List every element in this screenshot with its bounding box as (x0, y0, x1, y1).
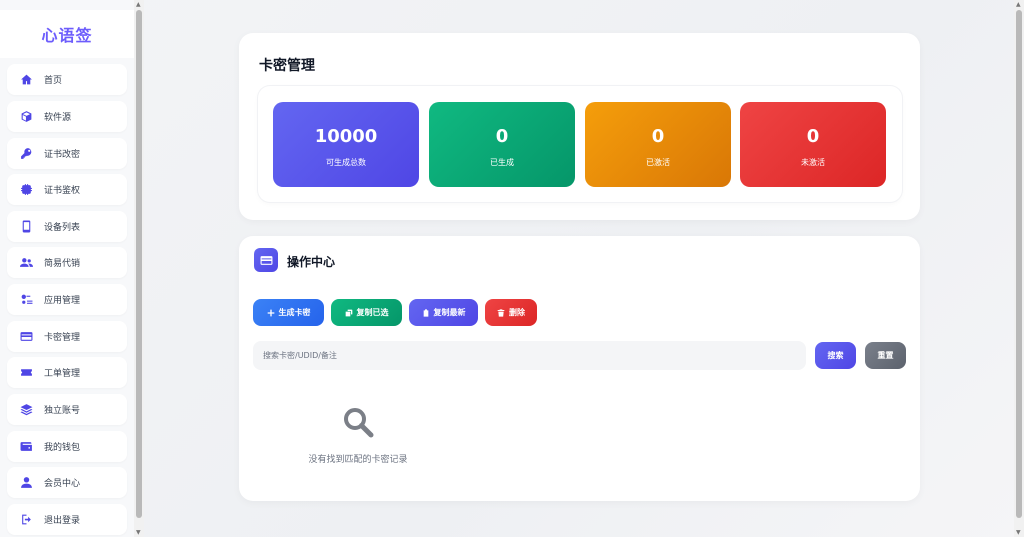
copy-latest-button[interactable]: 复制最新 (409, 299, 478, 326)
sidebar-item-device-list[interactable]: 设备列表 (7, 211, 127, 242)
card-icon (19, 330, 33, 344)
box-icon (19, 110, 33, 124)
sidebar-item-label: 工单管理 (44, 369, 81, 379)
page-scroll-up-icon[interactable]: ▲ (1016, 2, 1021, 8)
delete-button[interactable]: 删除 (485, 299, 537, 326)
stat-card-activated: 0 已激活 (585, 102, 731, 187)
sidebar-item-label: 简易代销 (44, 259, 81, 269)
sidebar-item-member-center[interactable]: 会员中心 (7, 467, 127, 498)
sidebar-item-cert-auth[interactable]: 证书鉴权 (7, 174, 127, 205)
users-icon (19, 256, 33, 270)
page-scroll-down-icon[interactable]: ▼ (1016, 530, 1021, 536)
sidebar-scrollbar-thumb[interactable] (136, 10, 142, 518)
operations-title: 操作中心 (287, 255, 336, 269)
app-logo[interactable]: 心语签 (0, 10, 134, 58)
search-icon (344, 408, 374, 438)
sidebar-item-label: 独立账号 (44, 406, 81, 416)
button-label: 重置 (877, 351, 894, 360)
sidebar-item-app-management[interactable]: 应用管理 (7, 284, 127, 315)
sidebar-item-simple-resale[interactable]: 简易代销 (7, 247, 127, 278)
search-button[interactable]: 搜索 (815, 342, 856, 369)
button-label: 搜索 (827, 351, 844, 360)
generate-card-button[interactable]: 生成卡密 (253, 299, 324, 326)
sidebar-item-label: 应用管理 (44, 296, 81, 306)
layers-icon (19, 403, 33, 417)
search-input[interactable] (253, 341, 806, 370)
sidebar-item-ticket-management[interactable]: 工单管理 (7, 357, 127, 388)
stat-label: 未激活 (801, 158, 825, 167)
home-icon (19, 73, 33, 87)
sidebar-scroll-up-icon[interactable]: ▲ (136, 2, 141, 8)
empty-state-text: 没有找到匹配的卡密记录 (308, 455, 408, 465)
wallet-icon (19, 440, 33, 454)
reset-button[interactable]: 重置 (865, 342, 906, 369)
key-icon (19, 147, 33, 161)
stat-value: 0 (651, 126, 665, 147)
sidebar-item-software-source[interactable]: 软件源 (7, 101, 127, 132)
clipboard-icon (423, 308, 428, 317)
stat-value: 0 (495, 126, 509, 147)
sidebar-item-card-management[interactable]: 卡密管理 (7, 321, 127, 352)
trash-icon (497, 308, 505, 317)
page-scrollbar-thumb[interactable] (1016, 10, 1022, 518)
stat-label: 可生成总数 (326, 158, 366, 167)
sidebar: 心语签 首页 软件源 证书改密 证书鉴权 设备列表 简易代销 应用管理 卡密管理… (0, 0, 134, 537)
sidebar-item-cert-password[interactable]: 证书改密 (7, 138, 127, 169)
sidebar-item-wallet[interactable]: 我的钱包 (7, 431, 127, 462)
stat-label: 已激活 (646, 158, 670, 167)
page-title: 卡密管理 (259, 58, 315, 74)
sidebar-item-label: 会员中心 (44, 479, 81, 489)
button-label: 删除 (509, 308, 525, 317)
chip-icon (19, 183, 33, 197)
sidebar-item-label: 软件源 (44, 113, 72, 123)
sidebar-item-independent-account[interactable]: 独立账号 (7, 394, 127, 425)
apps-icon (19, 293, 33, 307)
credit-card-icon (254, 248, 278, 272)
stat-label: 已生成 (490, 158, 514, 167)
stat-card-not-activated: 0 未激活 (740, 102, 886, 187)
sidebar-scroll-down-icon[interactable]: ▼ (136, 530, 141, 536)
copy-icon (345, 309, 352, 316)
sidebar-item-label: 证书改密 (44, 150, 81, 160)
phone-icon (19, 220, 33, 234)
sidebar-item-logout[interactable]: 退出登录 (7, 504, 127, 535)
stat-value: 10000 (314, 126, 378, 147)
ticket-icon (19, 366, 33, 380)
user-icon (19, 476, 33, 490)
sidebar-item-label: 我的钱包 (44, 443, 81, 453)
stat-card-total: 10000 可生成总数 (273, 102, 419, 187)
sidebar-item-label: 退出登录 (44, 516, 81, 526)
sidebar-item-home[interactable]: 首页 (7, 64, 127, 95)
stat-card-generated: 0 已生成 (429, 102, 575, 187)
sidebar-item-label: 卡密管理 (44, 333, 81, 343)
button-label: 生成卡密 (278, 308, 311, 317)
sidebar-item-label: 首页 (44, 76, 63, 86)
copy-selected-button[interactable]: 复制已选 (331, 299, 402, 326)
button-label: 复制最新 (433, 308, 466, 317)
button-label: 复制已选 (356, 308, 389, 317)
sidebar-item-label: 设备列表 (44, 223, 81, 233)
stat-value: 0 (806, 126, 820, 147)
sidebar-item-label: 证书鉴权 (44, 186, 81, 196)
logout-icon (19, 513, 33, 527)
plus-icon (267, 309, 274, 316)
